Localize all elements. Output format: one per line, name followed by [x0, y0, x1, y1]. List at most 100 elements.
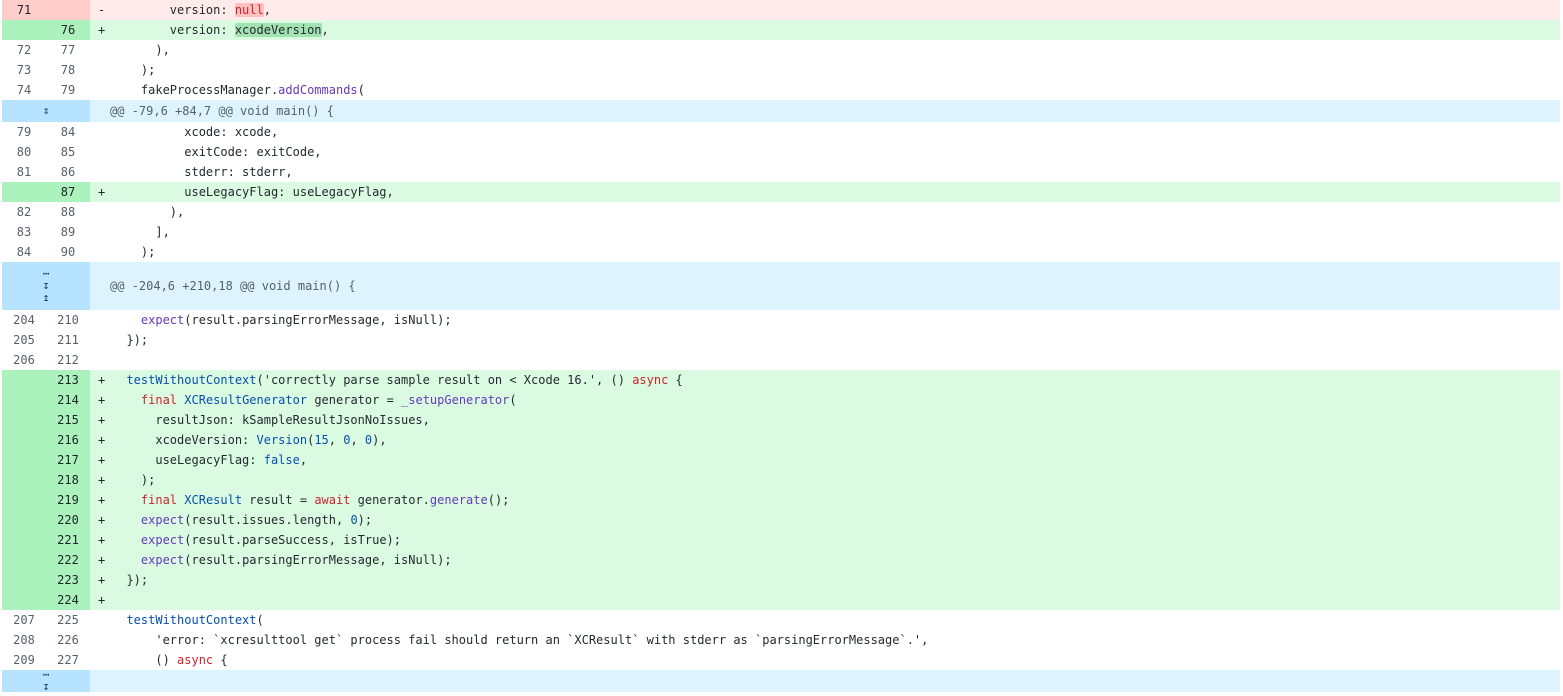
old-line-number[interactable]: 79	[2, 122, 46, 142]
old-line-number[interactable]: 209	[2, 650, 46, 670]
new-line-number[interactable]: 85	[46, 142, 90, 162]
expand-down-icon[interactable]: ⋯ ↧	[2, 669, 90, 693]
new-line-number[interactable]: 89	[46, 222, 90, 242]
added-line: 216 + xcodeVersion: Version(15, 0, 0),	[2, 430, 1560, 450]
context-line: 209 227 () async {	[2, 650, 1560, 670]
diff-marker	[90, 222, 110, 242]
code-token: xcode: xcode,	[112, 125, 279, 139]
code-token: testWithoutContext	[126, 373, 257, 387]
new-line-number[interactable]: 78	[46, 60, 90, 80]
new-line-number[interactable]: 213	[46, 370, 90, 390]
hunk-header: ⇕ @@ -79,6 +84,7 @@ void main() {	[2, 100, 1560, 122]
old-line-number[interactable]	[2, 20, 46, 40]
new-line-number[interactable]: 227	[46, 650, 90, 670]
new-line-number[interactable]: 77	[46, 40, 90, 60]
new-line-number[interactable]	[46, 0, 90, 20]
old-line-number[interactable]: 80	[2, 142, 46, 162]
new-line-number[interactable]: 211	[46, 330, 90, 350]
old-line-number[interactable]: 205	[2, 330, 46, 350]
new-line-number[interactable]: 210	[46, 310, 90, 330]
old-line-number[interactable]	[2, 550, 46, 570]
new-line-number[interactable]: 88	[46, 202, 90, 222]
code-token: useLegacyFlag:	[112, 453, 264, 467]
old-line-number[interactable]	[2, 590, 46, 610]
new-line-number[interactable]: 224	[46, 590, 90, 610]
old-line-number[interactable]: 81	[2, 162, 46, 182]
context-line: 84 90 );	[2, 242, 1560, 262]
code-token: (	[357, 83, 365, 97]
new-line-number[interactable]: 84	[46, 122, 90, 142]
old-line-number[interactable]	[2, 410, 46, 430]
new-line-number[interactable]: 217	[46, 450, 90, 470]
new-line-number[interactable]: 86	[46, 162, 90, 182]
new-line-number[interactable]: 76	[46, 20, 90, 40]
new-line-number[interactable]: 216	[46, 430, 90, 450]
diff-marker: +	[98, 493, 106, 507]
code-token: async	[632, 373, 669, 387]
new-line-number[interactable]: 215	[46, 410, 90, 430]
old-line-number[interactable]	[2, 182, 46, 202]
old-line-number[interactable]: 206	[2, 350, 46, 370]
diff-marker: +	[98, 373, 106, 387]
new-line-number[interactable]: 226	[46, 630, 90, 650]
new-line-number[interactable]: 79	[46, 80, 90, 100]
context-line: 204 210 expect(result.parsingErrorMessage…	[2, 310, 1560, 330]
code-token: ();	[487, 493, 510, 507]
new-line-number[interactable]: 225	[46, 610, 90, 630]
hunk-header: ⋯ ↧ ↥ @@ -204,6 +210,18 @@ void main() {	[2, 262, 1560, 310]
old-line-number[interactable]: 83	[2, 222, 46, 242]
old-line-number[interactable]: 204	[2, 310, 46, 330]
diff-marker: +	[98, 473, 106, 487]
code-line: xcodeVersion: Version(15, 0, 0),	[110, 430, 1560, 450]
expand-split-icon[interactable]: ⋯ ↧ ↥	[2, 262, 90, 310]
old-line-number[interactable]: 74	[2, 80, 46, 100]
new-line-number[interactable]: 218	[46, 470, 90, 490]
new-line-number[interactable]: 222	[46, 550, 90, 570]
old-line-number[interactable]	[2, 450, 46, 470]
old-line-number[interactable]	[2, 370, 46, 390]
diff-marker	[90, 350, 110, 370]
old-line-number[interactable]: 73	[2, 60, 46, 80]
expand-both-icon[interactable]: ⇕	[2, 100, 90, 122]
new-line-number[interactable]: 221	[46, 530, 90, 550]
code-token: 'error: `xcresulttool get` process fail …	[112, 633, 929, 647]
code-token: addCommands	[278, 83, 358, 97]
old-line-number[interactable]: 72	[2, 40, 46, 60]
old-line-number[interactable]: 208	[2, 630, 46, 650]
old-line-number[interactable]	[2, 430, 46, 450]
old-line-number[interactable]: 71	[2, 0, 46, 20]
code-line: );	[110, 470, 1560, 490]
old-line-number[interactable]	[2, 390, 46, 410]
code-token: ),	[112, 205, 185, 219]
code-token: xcodeVersion	[234, 23, 322, 37]
code-token: generator.	[350, 493, 430, 507]
old-line-number[interactable]: 82	[2, 202, 46, 222]
new-line-number[interactable]: 212	[46, 350, 90, 370]
context-line: 80 85 exitCode: exitCode,	[2, 142, 1560, 162]
new-line-number[interactable]: 90	[46, 242, 90, 262]
diff-marker	[90, 650, 110, 670]
new-line-number[interactable]: 220	[46, 510, 90, 530]
diff-marker: +	[98, 23, 106, 37]
old-line-number[interactable]: 207	[2, 610, 46, 630]
old-line-number[interactable]: 84	[2, 242, 46, 262]
new-line-number[interactable]: 219	[46, 490, 90, 510]
old-line-number[interactable]	[2, 510, 46, 530]
context-line: 205 211 });	[2, 330, 1560, 350]
code-token: testWithoutContext	[126, 613, 257, 627]
new-line-number[interactable]: 223	[46, 570, 90, 590]
old-line-number[interactable]	[2, 570, 46, 590]
expand-glyph: ↥	[42, 291, 50, 304]
context-line: 207 225 testWithoutContext(	[2, 610, 1560, 630]
new-line-number[interactable]: 214	[46, 390, 90, 410]
new-line-number[interactable]: 87	[46, 182, 90, 202]
hunk-header-text: @@ -204,6 +210,18 @@ void main() {	[110, 279, 356, 293]
code-token: (	[509, 393, 517, 407]
old-line-number[interactable]	[2, 490, 46, 510]
old-line-number[interactable]	[2, 470, 46, 490]
old-line-number[interactable]	[2, 530, 46, 550]
added-line: 215 + resultJson: kSampleResultJsonNoIssu…	[2, 410, 1560, 430]
